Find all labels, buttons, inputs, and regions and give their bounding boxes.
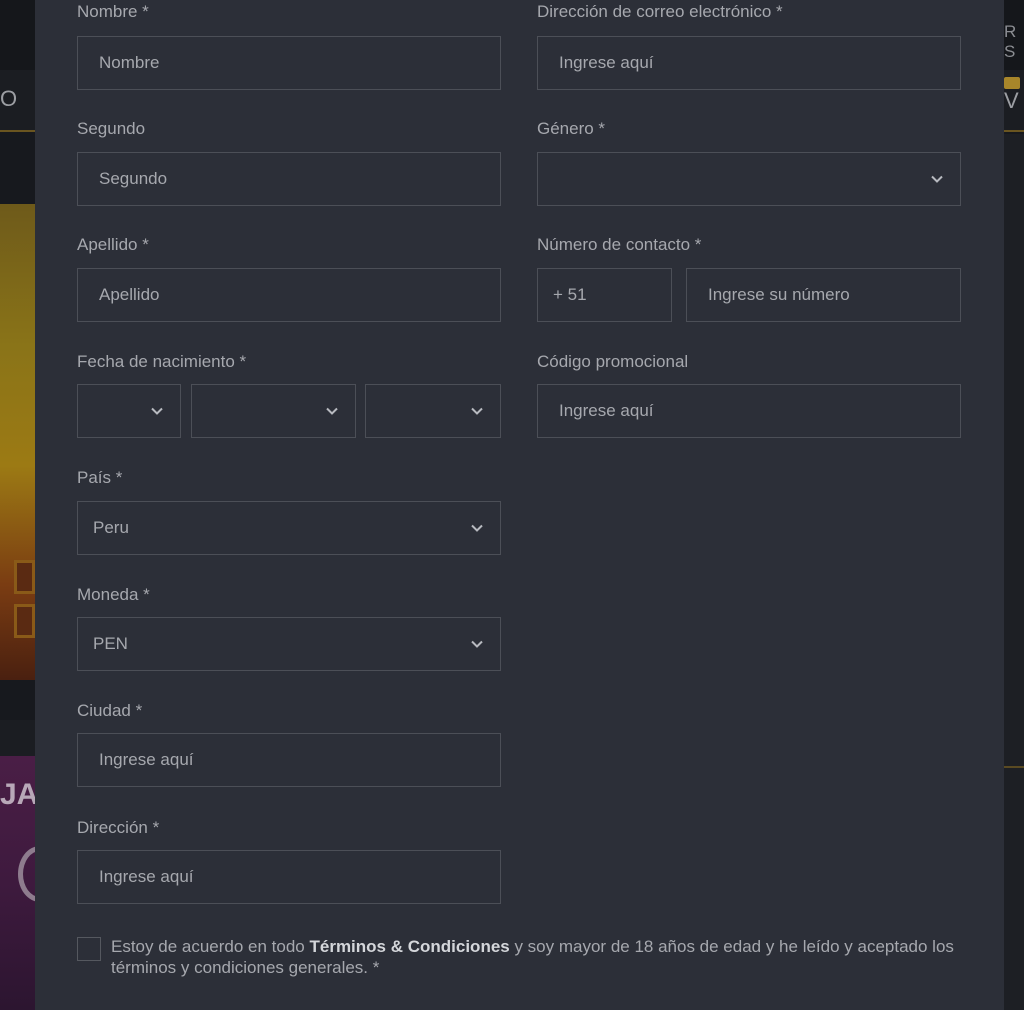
background-right-strip xyxy=(1004,134,1024,1010)
gender-select[interactable] xyxy=(537,152,961,206)
chevron-down-icon xyxy=(470,404,484,418)
gender-label: Género * xyxy=(537,119,606,138)
promo-code-input[interactable]: Ingrese aquí xyxy=(537,384,961,438)
email-input[interactable]: Ingrese aquí xyxy=(537,36,961,90)
last-name-placeholder: Apellido xyxy=(99,285,160,304)
background-nav-item: O xyxy=(0,86,18,111)
country-select[interactable]: Peru xyxy=(77,501,501,555)
background-promo-banner xyxy=(0,204,35,680)
phone-prefix-value: + 51 xyxy=(553,285,587,304)
birth-year-select[interactable] xyxy=(365,384,501,438)
background-top-item: R S xyxy=(1004,22,1018,61)
country-value: Peru xyxy=(93,518,129,537)
middle-name-input[interactable]: Segundo xyxy=(77,152,501,206)
middle-name-placeholder: Segundo xyxy=(99,169,168,188)
currency-select[interactable]: PEN xyxy=(77,617,501,671)
background-right-line xyxy=(1004,766,1024,768)
chevron-down-icon xyxy=(150,404,164,418)
email-placeholder: Ingrese aquí xyxy=(559,53,654,72)
last-name-input[interactable]: Apellido xyxy=(77,268,501,322)
chevron-down-icon xyxy=(325,404,339,418)
currency-label: Moneda * xyxy=(77,585,150,604)
registration-modal: Nombre * Nombre Dirección de correo elec… xyxy=(35,0,1004,1010)
terms-text: Estoy de acuerdo en todo Términos & Cond… xyxy=(111,936,971,978)
email-label: Dirección de correo electrónico * xyxy=(537,2,783,21)
city-label: Ciudad * xyxy=(77,701,143,720)
promo-code-placeholder: Ingrese aquí xyxy=(559,401,654,420)
background-banner-text: JA xyxy=(0,778,39,811)
phone-number-input[interactable]: Ingrese su número xyxy=(686,268,961,322)
birth-date-label: Fecha de nacimiento * xyxy=(77,352,247,371)
banner-tile xyxy=(14,604,35,638)
birth-month-select[interactable] xyxy=(191,384,356,438)
phone-prefix-field[interactable]: + 51 xyxy=(537,268,672,322)
chevron-down-icon xyxy=(470,637,484,651)
address-input[interactable]: Ingrese aquí xyxy=(77,850,501,904)
promo-code-label: Código promocional xyxy=(537,352,689,371)
chevron-down-icon xyxy=(930,172,944,186)
phone-label: Número de contacto * xyxy=(537,235,702,254)
background-divider xyxy=(0,720,35,756)
terms-checkbox[interactable] xyxy=(77,937,101,961)
city-input[interactable]: Ingrese aquí xyxy=(77,733,501,787)
phone-number-placeholder: Ingrese su número xyxy=(708,285,850,304)
address-placeholder: Ingrese aquí xyxy=(99,867,194,886)
address-label: Dirección * xyxy=(77,818,160,837)
country-label: País * xyxy=(77,468,123,487)
terms-link[interactable]: Términos & Condiciones xyxy=(309,937,509,956)
city-placeholder: Ingrese aquí xyxy=(99,750,194,769)
background-nav-item-right: V xyxy=(1004,88,1019,113)
first-name-placeholder: Nombre xyxy=(99,53,160,72)
first-name-input[interactable]: Nombre xyxy=(77,36,501,90)
birth-day-select[interactable] xyxy=(77,384,181,438)
currency-value: PEN xyxy=(93,634,128,653)
banner-tile xyxy=(14,560,35,594)
middle-name-label: Segundo xyxy=(77,119,146,138)
terms-text-before: Estoy de acuerdo en todo xyxy=(111,937,310,956)
first-name-label: Nombre * xyxy=(77,2,149,21)
chevron-down-icon xyxy=(470,521,484,535)
last-name-label: Apellido * xyxy=(77,235,149,254)
